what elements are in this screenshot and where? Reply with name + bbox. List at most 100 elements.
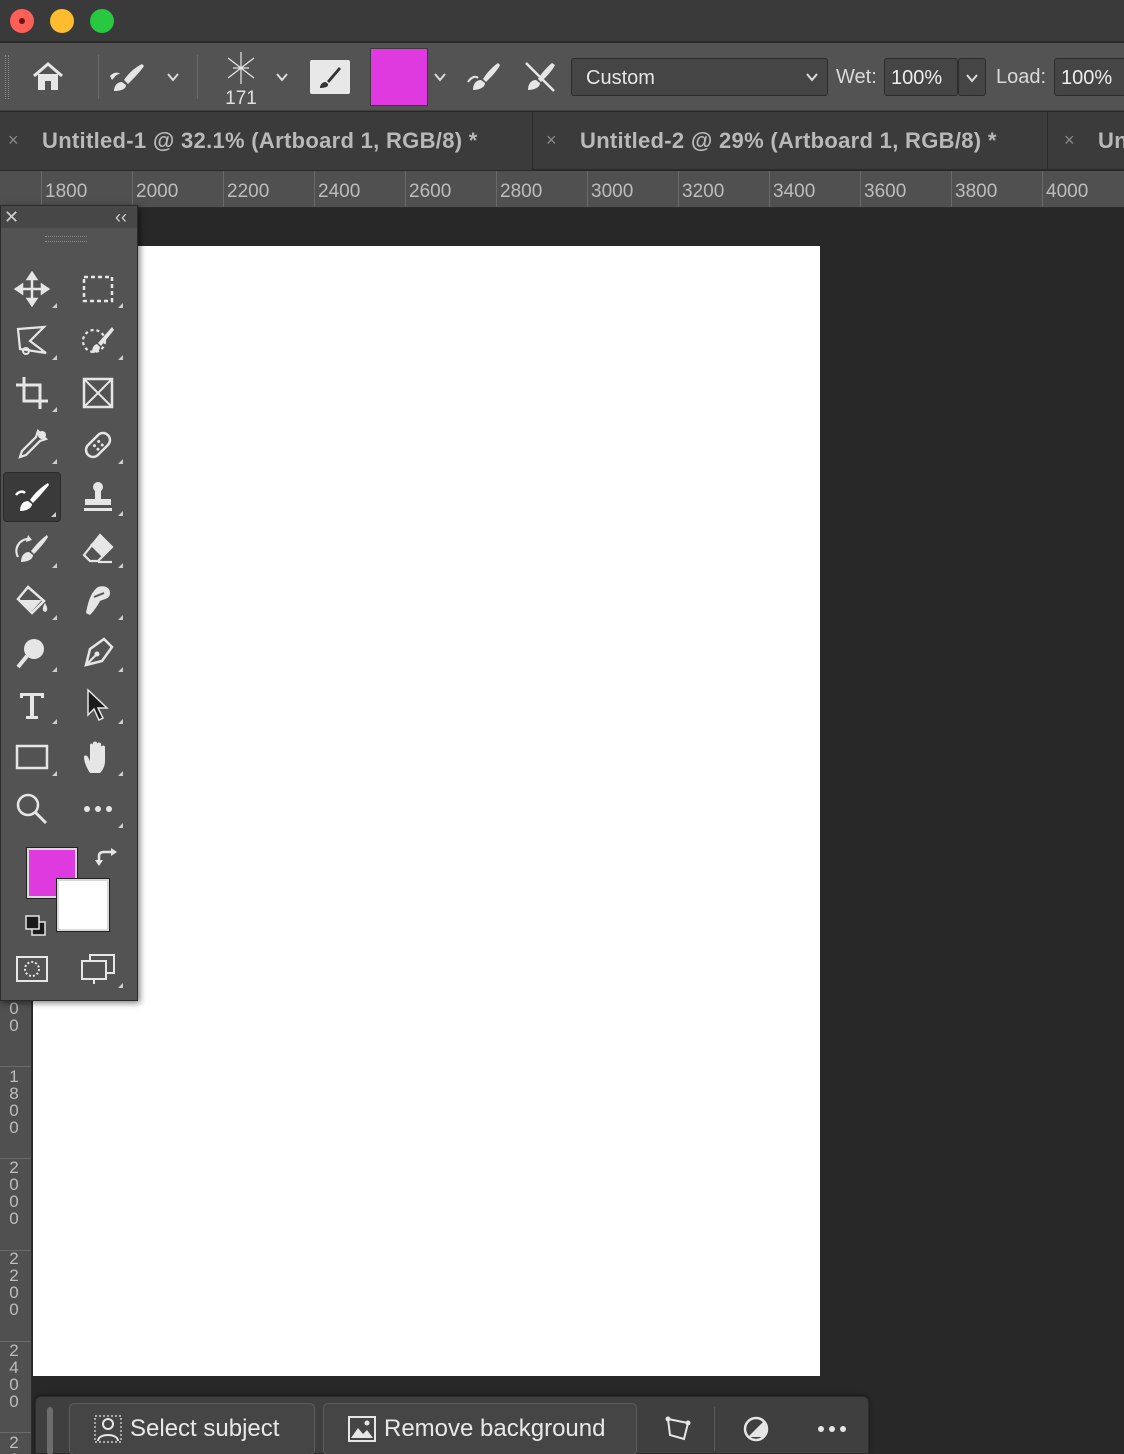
ruler-tick: 1800: [41, 171, 87, 207]
contextual-task-bar: Select subject Remove background: [35, 1396, 869, 1454]
remove-background-button[interactable]: Remove background: [323, 1403, 637, 1454]
smudge-tool-icon[interactable]: [69, 578, 127, 624]
eraser-tool-icon[interactable]: [69, 526, 127, 572]
taskbar-grip[interactable]: [47, 1407, 53, 1454]
tab-untitled-2[interactable]: × Untitled-2 @ 29% (Artboard 1, RGB/8) *: [538, 112, 1048, 170]
default-colors-icon[interactable]: [23, 913, 49, 937]
ruler-tick: 2400: [314, 171, 360, 207]
adjustment-icon[interactable]: [736, 1409, 776, 1449]
ruler-label: 2000: [9, 1158, 19, 1228]
clone-stamp-tool-icon[interactable]: [69, 474, 127, 520]
horizontal-ruler[interactable]: 1800 2000 2200 2400 2600 2800 3000 3200 …: [0, 171, 1124, 208]
background-color-swatch[interactable]: [56, 878, 110, 932]
image-icon: [348, 1416, 376, 1442]
move-tool-icon[interactable]: [3, 266, 61, 312]
close-tab-icon[interactable]: ×: [8, 131, 24, 149]
select-subject-icon: [94, 1415, 122, 1443]
healing-brush-tool-icon[interactable]: [69, 422, 127, 468]
type-tool-icon[interactable]: [3, 682, 61, 728]
load-value: 100%: [1061, 67, 1113, 89]
quick-mask-icon[interactable]: [3, 946, 61, 992]
select-subject-button[interactable]: Select subject: [69, 1403, 315, 1454]
blend-preset-select[interactable]: Custom: [571, 58, 828, 96]
ruler-label: 1800: [9, 1067, 19, 1137]
chevron-down-icon: [806, 73, 818, 82]
tab-title: Untitled-2 @ 29% (Artboard 1, RGB/8) *: [580, 128, 997, 153]
crop-tool-icon[interactable]: [3, 370, 61, 416]
transform-icon[interactable]: [658, 1409, 698, 1449]
chevron-down-icon: [966, 74, 978, 83]
remove-background-label: Remove background: [384, 1415, 606, 1442]
lasso-tool-icon[interactable]: [3, 318, 61, 364]
tools-panel: ✕ ‹‹: [0, 205, 138, 1001]
more-options-icon[interactable]: [812, 1409, 852, 1449]
path-selection-tool-icon[interactable]: [69, 682, 127, 728]
ruler-tick: 3600: [860, 171, 906, 207]
marquee-tool-icon[interactable]: [69, 266, 127, 312]
rectangle-tool-icon[interactable]: [3, 734, 61, 780]
history-brush-tool-icon[interactable]: [3, 526, 61, 572]
load-brush-icon[interactable]: [464, 57, 504, 97]
blend-preset-value: Custom: [586, 67, 655, 89]
ruler-tick: 2600: [405, 171, 451, 207]
swap-colors-icon[interactable]: [93, 846, 119, 872]
ruler-label: 26: [9, 1433, 19, 1454]
more-tools-icon[interactable]: [69, 786, 127, 832]
close-icon[interactable]: ✕: [4, 208, 22, 226]
brush-size-value: 171: [225, 88, 257, 109]
close-tab-icon[interactable]: ×: [1064, 131, 1080, 149]
brush-size-picker[interactable]: 171: [220, 48, 262, 109]
ruler-tick: 4000: [1042, 171, 1088, 207]
brush-tool-icon[interactable]: [3, 472, 61, 522]
load-input[interactable]: 100%: [1054, 58, 1124, 96]
tools-panel-header[interactable]: ✕ ‹‹: [1, 206, 137, 228]
options-bar-grip[interactable]: [5, 55, 9, 99]
tab-untitled-1[interactable]: × Untitled-1 @ 32.1% (Artboard 1, RGB/8)…: [0, 112, 533, 170]
tab-title: Untitled-1 @ 32.1% (Artboard 1, RGB/8) *: [42, 128, 478, 153]
collapse-icon[interactable]: ‹‹: [115, 207, 127, 228]
hand-tool-icon[interactable]: [69, 734, 127, 780]
wet-dropdown-button[interactable]: [958, 58, 986, 96]
clean-brush-icon[interactable]: [520, 57, 560, 97]
home-icon[interactable]: [28, 57, 68, 97]
paint-bucket-tool-icon[interactable]: [3, 578, 61, 624]
brush-tip-icon: [227, 52, 255, 84]
chevron-down-icon[interactable]: [432, 69, 448, 85]
close-tab-icon[interactable]: ×: [546, 131, 562, 149]
wet-input[interactable]: 100%: [884, 58, 958, 96]
panel-grip[interactable]: [45, 236, 87, 242]
ruler-label: 00: [9, 999, 19, 1035]
ruler-label: 2400: [9, 1341, 19, 1411]
chevron-down-icon[interactable]: [274, 69, 290, 85]
zoom-tool-icon[interactable]: [3, 786, 61, 832]
window-title-bar: [0, 0, 1124, 42]
minimize-window-button[interactable]: [50, 9, 74, 33]
document-tabs: × Untitled-1 @ 32.1% (Artboard 1, RGB/8)…: [0, 112, 1124, 170]
frame-tool-icon[interactable]: [69, 370, 127, 416]
ruler-label: 2200: [9, 1249, 19, 1319]
ruler-tick: 2000: [132, 171, 178, 207]
ruler-tick: 2800: [496, 171, 542, 207]
current-brush-load-swatch[interactable]: [370, 48, 428, 106]
load-label: Load:: [996, 66, 1047, 88]
ruler-tick: 3400: [769, 171, 815, 207]
chevron-down-icon[interactable]: [165, 69, 181, 85]
ruler-tick: 2200: [223, 171, 269, 207]
artboard[interactable]: [137, 246, 820, 1376]
eyedropper-tool-icon[interactable]: [3, 422, 61, 468]
select-subject-label: Select subject: [130, 1415, 280, 1442]
ruler-tick: 3000: [587, 171, 633, 207]
ruler-tick: 3200: [678, 171, 724, 207]
pen-tool-icon[interactable]: [69, 630, 127, 676]
dodge-tool-icon[interactable]: [3, 630, 61, 676]
close-window-button[interactable]: [10, 9, 34, 33]
tab-untitled-3[interactable]: × Un: [1056, 112, 1124, 170]
screen-mode-icon[interactable]: [69, 946, 127, 992]
brush-settings-panel-icon[interactable]: [310, 60, 350, 94]
artboard[interactable]: [33, 1000, 137, 1376]
zoom-window-button[interactable]: [90, 9, 114, 33]
quick-selection-tool-icon[interactable]: [69, 318, 127, 364]
mixer-brush-preset-icon[interactable]: [106, 57, 146, 97]
options-bar: 171 Custom Wet: 100% Load: 100%: [0, 43, 1124, 111]
ruler-origin[interactable]: [0, 171, 32, 207]
